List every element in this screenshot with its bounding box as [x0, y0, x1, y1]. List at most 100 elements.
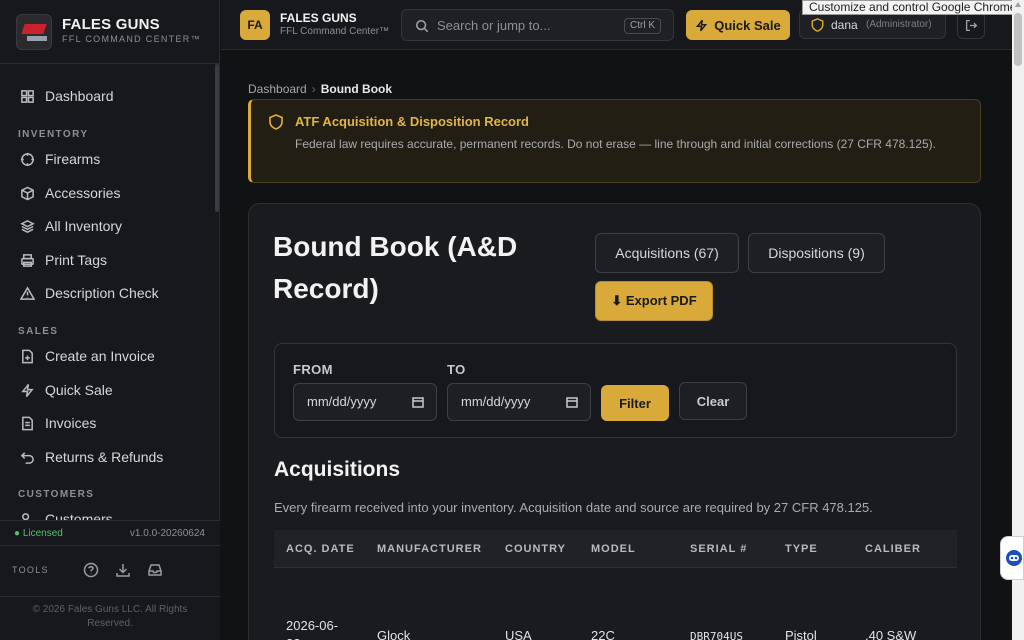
extension-widget[interactable]	[1000, 536, 1024, 580]
column-header-acq-date[interactable]: ACQ. DATE	[286, 543, 355, 555]
brand-subtitle: FFL COMMAND CENTER™	[62, 34, 201, 44]
clear-button[interactable]: Clear	[679, 382, 747, 420]
column-header-serial[interactable]: SERIAL #	[690, 543, 747, 555]
sidebar-footer: ● Licensed v1.0.0-20260624 TOOLS © 2026 …	[0, 520, 220, 640]
sidebar-item-all-inventory[interactable]: All Inventory	[10, 211, 210, 241]
return-arrow-icon	[20, 451, 34, 464]
section-heading-customers: CUSTOMERS	[18, 489, 95, 500]
cell-caliber: .40 S&W	[865, 628, 917, 640]
users-icon	[22, 512, 30, 520]
page-title: Bound Book (A&D Record)	[273, 231, 518, 304]
export-pdf-button[interactable]: ⬇ Export PDF	[595, 281, 713, 321]
document-icon	[22, 416, 33, 430]
alert-body: Federal law requires accurate, permanent…	[295, 137, 936, 151]
sidebar-item-accessories[interactable]: Accessories	[10, 178, 210, 208]
alert-title: ATF Acquisition & Disposition Record	[295, 114, 529, 129]
tab-acquisitions[interactable]: Acquisitions (67)	[595, 233, 739, 273]
tools-label: TOOLS	[12, 565, 49, 575]
sidebar-nav: Dashboard INVENTORY Firearms Accessories…	[0, 78, 220, 520]
sidebar-item-firearms[interactable]: Firearms	[10, 144, 210, 174]
warning-icon	[20, 285, 35, 300]
sidebar-item-create-invoice[interactable]: Create an Invoice	[10, 341, 210, 371]
column-header-type[interactable]: TYPE	[785, 543, 818, 555]
column-header-manufacturer[interactable]: MANUFACTURER	[377, 543, 482, 555]
shield-icon	[269, 114, 283, 130]
app-version: v1.0.0-20260624	[129, 528, 205, 539]
scrollbar-thumb[interactable]	[1014, 13, 1022, 66]
section-heading-sales: SALES	[18, 326, 59, 337]
filter-button[interactable]: Filter	[601, 385, 669, 421]
column-header-model[interactable]: MODEL	[591, 543, 636, 555]
brand-header[interactable]: FALES GUNS FFL COMMAND CENTER™	[0, 0, 220, 64]
column-header-caliber[interactable]: CALIBER	[865, 543, 921, 555]
sidebar-item-quick-sale[interactable]: Quick Sale	[10, 375, 210, 405]
quick-sale-button[interactable]: Quick Sale	[686, 10, 790, 40]
tab-dispositions[interactable]: Dispositions (9)	[748, 233, 885, 273]
sidebar-scrollbar[interactable]	[215, 64, 219, 212]
date-filter: FROM TO mm/dd/yyyy mm/dd/yyyy Filter Cle…	[274, 343, 957, 438]
sidebar-item-label: Quick Sale	[45, 382, 113, 398]
acquisitions-heading: Acquisitions	[274, 458, 401, 481]
lightning-icon	[696, 19, 708, 31]
sidebar-item-customers[interactable]: Customers	[10, 504, 210, 520]
user-role: (Administrator)	[866, 19, 932, 30]
sidebar-item-invoices[interactable]: Invoices	[10, 408, 210, 438]
sidebar-item-returns-refunds[interactable]: Returns & Refunds	[10, 442, 210, 472]
download-icon[interactable]	[115, 562, 131, 578]
table-row[interactable]: 2026-06- 22 Glock USA 22C DBR704US Pisto…	[274, 568, 957, 640]
breadcrumb-separator: ›	[311, 82, 316, 96]
from-date-input[interactable]: mm/dd/yyyy	[293, 383, 437, 421]
lightning-icon	[21, 383, 34, 397]
sidebar-item-label: Invoices	[45, 415, 97, 431]
keyboard-shortcut: Ctrl K	[624, 18, 661, 34]
sidebar-item-label: All Inventory	[45, 218, 123, 234]
tools-row: TOOLS	[0, 545, 220, 597]
layers-icon	[20, 219, 35, 233]
cell-acq-date-line2: 22	[286, 636, 300, 640]
sidebar-item-dashboard[interactable]: Dashboard	[10, 81, 210, 111]
cell-serial: DBR704US	[690, 630, 743, 640]
breadcrumb-current: Bound Book	[320, 82, 393, 96]
sidebar-item-description-check[interactable]: Description Check	[10, 278, 210, 308]
calendar-icon[interactable]	[412, 396, 424, 408]
compliance-alert: ATF Acquisition & Disposition Record Fed…	[248, 99, 981, 183]
brand-logo	[16, 14, 52, 50]
logout-button[interactable]	[957, 11, 985, 39]
sidebar-item-label: Print Tags	[45, 252, 107, 268]
scroll-up-arrow[interactable]	[1015, 2, 1021, 7]
logout-icon	[965, 19, 978, 32]
box-icon	[21, 186, 34, 200]
crosshair-icon	[20, 152, 35, 166]
bound-book-card: Bound Book (A&D Record) Acquisitions (67…	[248, 203, 981, 640]
section-heading-inventory: INVENTORY	[18, 129, 89, 140]
browser-tooltip: Customize and control Google Chrome	[802, 0, 1024, 15]
search-placeholder: Search or jump to...	[437, 18, 551, 33]
license-status: ● Licensed	[14, 528, 63, 539]
sidebar-item-label: Accessories	[45, 185, 121, 201]
copyright: © 2026 Fales Guns LLC. All Rights Reserv…	[32, 604, 188, 629]
sidebar-item-label: Returns & Refunds	[45, 449, 164, 465]
shield-icon	[811, 18, 824, 32]
sidebar-item-print-tags[interactable]: Print Tags	[10, 245, 210, 275]
brand-name: FALES GUNS	[62, 16, 160, 33]
search-input[interactable]: Search or jump to... Ctrl K	[401, 9, 674, 41]
cell-manufacturer: Glock	[377, 628, 411, 640]
column-header-country[interactable]: COUNTRY	[505, 543, 566, 555]
table-header: ACQ. DATE MANUFACTURER COUNTRY MODEL SER…	[274, 530, 957, 568]
cell-acq-date-line1: 2026-06-	[286, 618, 339, 633]
grid-icon	[21, 89, 34, 103]
inbox-icon[interactable]	[147, 562, 163, 578]
sidebar-item-label: Firearms	[45, 151, 101, 167]
quick-sale-label: Quick Sale	[714, 17, 781, 33]
to-label: TO	[447, 362, 466, 377]
breadcrumb-dashboard[interactable]: Dashboard	[248, 82, 307, 96]
calendar-icon[interactable]	[566, 396, 578, 408]
breadcrumb: Dashboard › Bound Book	[248, 82, 392, 96]
from-label: FROM	[293, 362, 333, 377]
help-icon[interactable]	[83, 562, 99, 578]
cell-model: 22C	[591, 628, 615, 640]
to-date-input[interactable]: mm/dd/yyyy	[447, 383, 591, 421]
sidebar-item-label: Customers	[45, 511, 113, 520]
to-date-placeholder: mm/dd/yyyy	[461, 394, 531, 409]
acquisitions-description: Every firearm received into your invento…	[274, 500, 873, 515]
